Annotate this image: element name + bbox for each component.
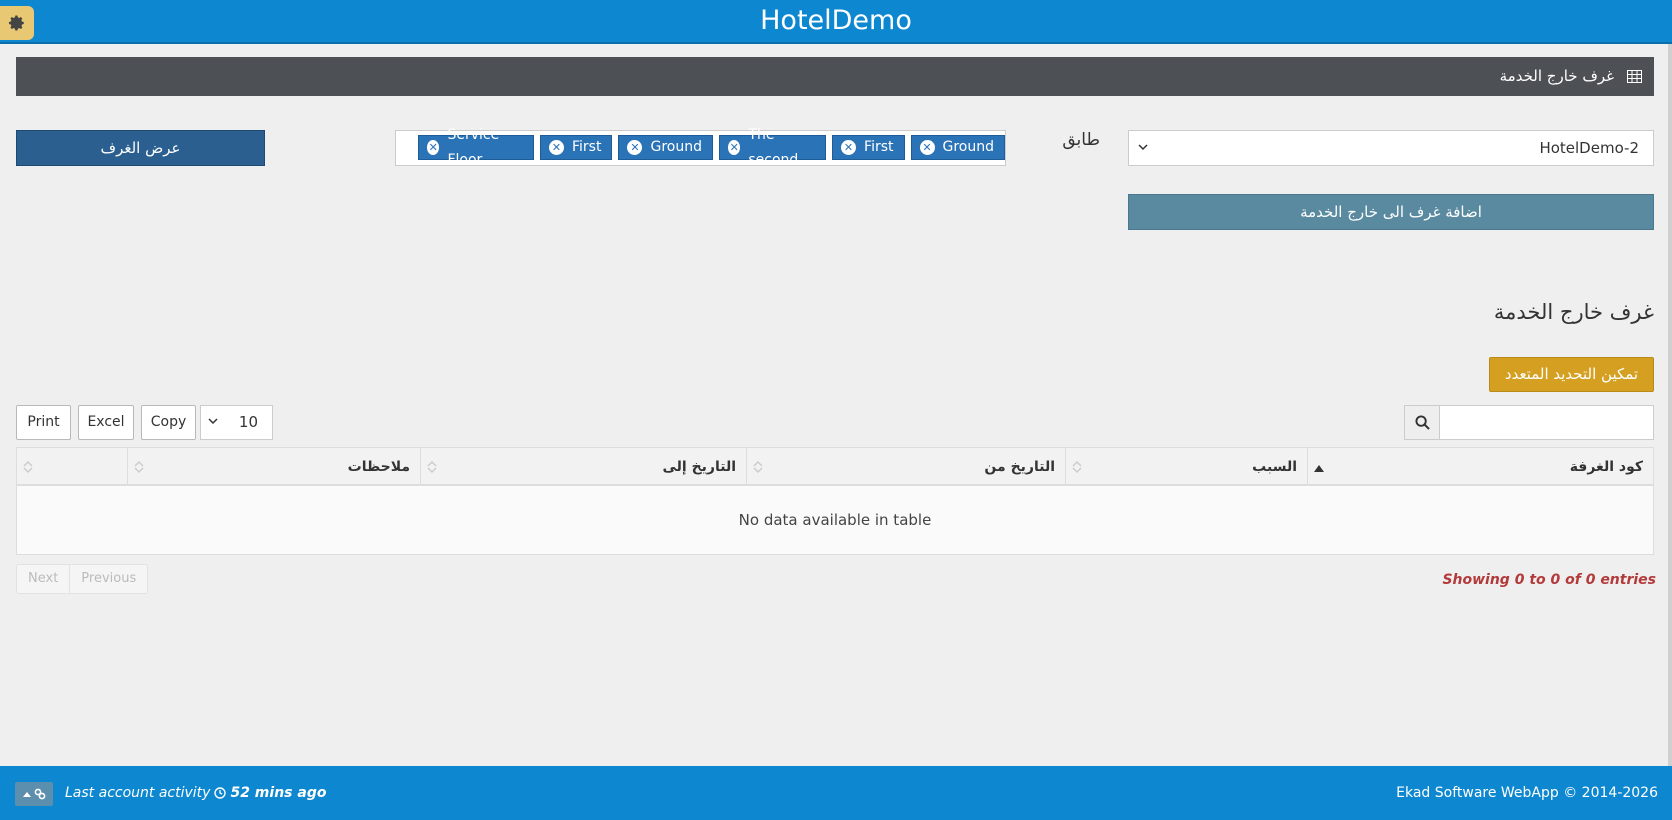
chevron-down-icon: [207, 414, 219, 432]
last-activity-time: 52 mins ago: [230, 785, 327, 801]
chevron-down-icon: [1137, 139, 1149, 158]
page-length-select[interactable]: 10: [200, 405, 273, 440]
remove-tag-icon[interactable]: ✕: [549, 140, 564, 155]
column-room-code[interactable]: كود الغرفة: [1307, 448, 1653, 486]
excel-button[interactable]: Excel: [78, 405, 134, 440]
gear-icon: [8, 15, 24, 31]
last-activity: Last account activity 52 mins ago: [65, 766, 326, 820]
previous-page-button[interactable]: Previous: [69, 565, 147, 593]
column-actions[interactable]: [17, 448, 127, 486]
table-icon: [1627, 69, 1642, 87]
hotel-select[interactable]: HotelDemo-2: [1128, 130, 1654, 166]
column-date-to[interactable]: التاريخ إلى: [420, 448, 746, 486]
section-title: غرف خارج الخدمة: [1493, 300, 1654, 324]
sort-icon: [753, 460, 763, 478]
top-bar: HotelDemo: [0, 0, 1672, 44]
remove-tag-icon[interactable]: ✕: [627, 140, 643, 155]
caret-up-icon: [22, 792, 31, 797]
search-button[interactable]: [1404, 405, 1440, 440]
search-box: [1404, 405, 1654, 440]
table-header: كود الغرفة السبب التاريخ من التاريخ إلى …: [17, 448, 1653, 486]
footer: Last account activity 52 mins ago Ekad S…: [0, 766, 1672, 820]
page-length-value: 10: [238, 413, 258, 431]
pagination: Next Previous: [16, 564, 149, 594]
scrollbar-track[interactable]: [1668, 44, 1672, 766]
floor-tag[interactable]: ✕ The second: [718, 127, 827, 168]
link-icon: [34, 788, 45, 800]
activity-toggle-button[interactable]: [15, 782, 53, 806]
panel-header: غرف خارج الخدمة: [16, 57, 1654, 96]
enable-multi-select-button[interactable]: تمكين التحديد المتعدد: [1489, 357, 1654, 392]
remove-tag-icon[interactable]: ✕: [841, 140, 857, 155]
floor-label: طابق: [1062, 130, 1100, 150]
panel-title: غرف خارج الخدمة: [1499, 67, 1614, 85]
sort-asc-icon: [1314, 460, 1324, 476]
next-page-button[interactable]: Next: [17, 565, 69, 593]
app-title: HotelDemo: [760, 5, 912, 36]
copy-button[interactable]: Copy: [141, 405, 196, 440]
sort-icon: [134, 460, 144, 478]
floor-tag[interactable]: ✕ First: [540, 135, 613, 160]
remove-tag-icon[interactable]: ✕: [427, 140, 440, 155]
floor-tags-input[interactable]: ✕ Service Floor ✕ First ✕ Ground ✕ The secon…: [395, 127, 1006, 168]
search-input[interactable]: [1439, 405, 1654, 440]
out-of-service-table: كود الغرفة السبب التاريخ من التاريخ إلى …: [16, 447, 1654, 555]
column-notes[interactable]: ملاحظات: [127, 448, 420, 486]
remove-tag-icon[interactable]: ✕: [919, 140, 935, 155]
column-reason[interactable]: السبب: [1065, 448, 1307, 486]
print-button[interactable]: Print: [16, 405, 71, 440]
sort-icon: [427, 460, 437, 478]
add-out-of-service-button[interactable]: اضافة غرف الى خارج الخدمة: [1128, 194, 1654, 230]
table-info: Showing 0 to 0 of 0 entries: [1442, 572, 1656, 588]
search-icon: [1414, 415, 1430, 430]
last-activity-label: Last account activity: [65, 785, 211, 801]
show-rooms-button[interactable]: عرض الغرف: [16, 130, 265, 166]
remove-tag-icon[interactable]: ✕: [727, 140, 741, 155]
column-date-from[interactable]: التاريخ من: [746, 448, 1065, 486]
floor-tag[interactable]: ✕ Ground: [910, 135, 1005, 160]
floor-tag[interactable]: ✕ First: [832, 135, 905, 160]
floor-tag[interactable]: ✕ Ground: [618, 135, 713, 160]
sort-icon: [23, 460, 33, 478]
hotel-select-value: HotelDemo-2: [1539, 139, 1639, 157]
floor-tag[interactable]: ✕ Service Floor: [418, 127, 534, 168]
copyright: Ekad Software WebApp © 2014-2026: [1396, 785, 1658, 801]
table-empty-message: No data available in table: [17, 486, 1653, 554]
clock-icon: [214, 787, 227, 799]
settings-button[interactable]: [0, 6, 34, 40]
sort-icon: [1072, 460, 1082, 478]
